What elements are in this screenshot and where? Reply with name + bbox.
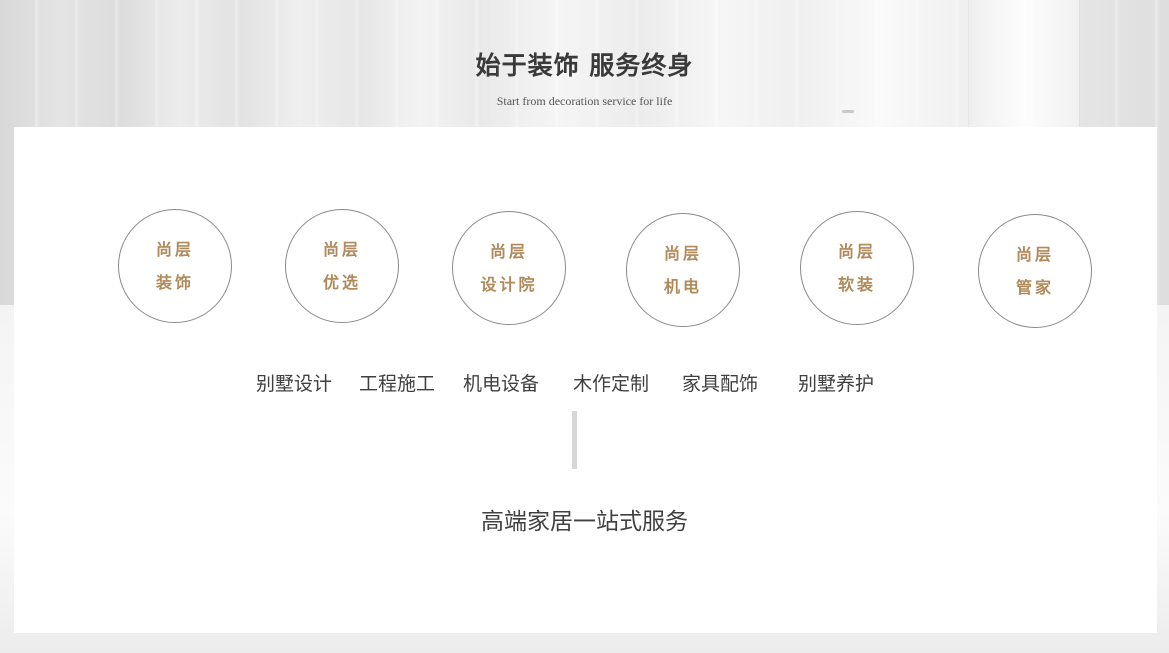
service-woodwork-custom[interactable]: 木作定制 [573, 369, 649, 396]
service-furniture-decor[interactable]: 家具配饰 [682, 369, 758, 396]
circle-sub-label: 软装 [837, 275, 876, 294]
brand-circle-soft-furnishing[interactable]: 尚层 软装 [800, 211, 914, 325]
circle-brand-label: 尚层 [837, 242, 876, 261]
circle-brand-label: 尚层 [489, 242, 528, 261]
service-mep-equipment[interactable]: 机电设备 [463, 369, 539, 396]
circle-brand-label: 尚层 [663, 244, 702, 263]
page-subtitle: Start from decoration service for life [496, 94, 673, 108]
circle-sub-label: 优选 [322, 273, 361, 292]
circle-brand-label: 尚层 [1015, 245, 1054, 264]
circle-sub-label: 管家 [1015, 278, 1054, 297]
circle-brand-label: 尚层 [155, 240, 194, 259]
tagline: 高端家居一站式服务 [481, 509, 688, 535]
page-title: 始于装饰 服务终身 [475, 51, 694, 80]
service-construction[interactable]: 工程施工 [359, 369, 435, 396]
background-door-handle [842, 110, 854, 113]
brand-circle-mep[interactable]: 尚层 机电 [626, 213, 740, 327]
vertical-divider [572, 411, 577, 469]
service-villa-maintenance[interactable]: 别墅养护 [798, 369, 874, 396]
circle-sub-label: 机电 [663, 277, 702, 296]
brand-circle-design-institute[interactable]: 尚层 设计院 [452, 211, 566, 325]
service-villa-design[interactable]: 别墅设计 [256, 369, 332, 396]
brand-circle-butler[interactable]: 尚层 管家 [978, 214, 1092, 328]
circle-brand-label: 尚层 [322, 240, 361, 259]
brand-circle-decoration[interactable]: 尚层 装饰 [118, 209, 232, 323]
circle-sub-label: 设计院 [480, 275, 538, 294]
circle-sub-label: 装饰 [155, 273, 194, 292]
brand-circle-selection[interactable]: 尚层 优选 [285, 209, 399, 323]
